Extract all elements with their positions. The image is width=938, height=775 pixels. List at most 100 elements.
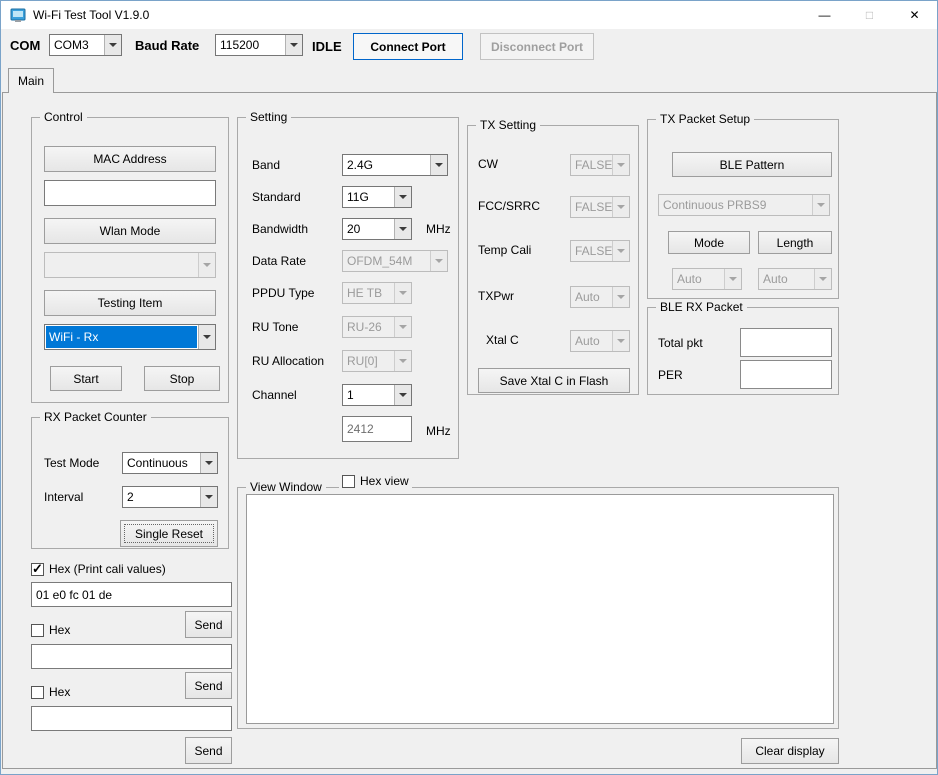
checkbox-checked-icon [31, 563, 44, 576]
hex-checkbox-3-label: Hex [49, 685, 70, 699]
band-select[interactable]: 2.4G [342, 154, 448, 176]
total-pkt-label: Total pkt [658, 336, 703, 350]
com-label: COM [10, 38, 40, 53]
checkbox-unchecked-icon [31, 686, 44, 699]
length-select: Auto [758, 268, 832, 290]
save-xtal-button[interactable]: Save Xtal C in Flash [478, 368, 630, 393]
dropdown-arrow-icon [198, 253, 215, 277]
length-value: Auto [759, 269, 814, 289]
view-window-content[interactable] [246, 494, 834, 724]
dropdown-arrow-icon [612, 287, 629, 307]
ru-allocation-select: RU[0] [342, 350, 412, 372]
titlebar: Wi-Fi Test Tool V1.9.0 — □ ✕ [1, 1, 937, 29]
fcc-srrc-value: FALSE [571, 197, 612, 217]
hex-view-checkbox-label: Hex view [360, 474, 409, 488]
send-button-3[interactable]: Send [185, 737, 232, 764]
band-value: 2.4G [343, 155, 430, 175]
hex-view-checkbox[interactable]: Hex view [339, 474, 412, 488]
com-port-select[interactable]: COM3 [49, 34, 122, 56]
channel-label: Channel [252, 388, 297, 402]
ble-rx-packet-group: BLE RX Packet Total pkt PER [647, 307, 839, 395]
hex-checkbox-2[interactable]: Hex [31, 623, 70, 637]
send-button-2[interactable]: Send [185, 672, 232, 699]
connect-port-button[interactable]: Connect Port [353, 33, 463, 60]
hex-input-2[interactable] [31, 644, 232, 669]
standard-select[interactable]: 11G [342, 186, 412, 208]
band-label: Band [252, 158, 280, 172]
dropdown-arrow-icon [430, 251, 447, 271]
maximize-icon[interactable]: □ [847, 1, 892, 29]
test-mode-label: Test Mode [44, 456, 99, 470]
ppdu-type-select: HE TB [342, 282, 412, 304]
dropdown-arrow-icon [430, 155, 447, 175]
ru-tone-select: RU-26 [342, 316, 412, 338]
mode-button[interactable]: Mode [668, 231, 750, 254]
test-mode-select[interactable]: Continuous [122, 452, 218, 474]
start-button[interactable]: Start [50, 366, 122, 391]
wlan-mode-button[interactable]: Wlan Mode [44, 218, 216, 244]
txpwr-label: TXPwr [478, 289, 514, 303]
hex-input-3[interactable] [31, 706, 232, 731]
channel-value: 1 [343, 385, 394, 405]
single-reset-button[interactable]: Single Reset [120, 520, 218, 547]
tx-packet-setup-title: TX Packet Setup [656, 112, 754, 126]
rx-packet-counter-group: RX Packet Counter Test Mode Continuous I… [31, 417, 229, 549]
dropdown-arrow-icon [198, 325, 215, 349]
tx-packet-setup-group: TX Packet Setup BLE Pattern Continuous P… [647, 119, 839, 299]
cw-select: FALSE [570, 154, 630, 176]
baud-rate-value: 115200 [216, 35, 285, 55]
hex-cali-checkbox[interactable]: Hex (Print cali values) [31, 562, 166, 576]
setting-group: Setting Band 2.4G Standard 11G Bandwidth… [237, 117, 459, 459]
total-pkt-field [740, 328, 832, 357]
control-group-title: Control [40, 110, 87, 124]
bandwidth-value: 20 [343, 219, 394, 239]
temp-cali-value: FALSE [571, 241, 612, 261]
length-button[interactable]: Length [758, 231, 832, 254]
interval-select[interactable]: 2 [122, 486, 218, 508]
dropdown-arrow-icon [612, 241, 629, 261]
window-controls: — □ ✕ [802, 1, 937, 29]
frequency-input[interactable] [342, 416, 412, 442]
status-text: IDLE [312, 39, 342, 54]
baud-rate-select[interactable]: 115200 [215, 34, 303, 56]
interval-value: 2 [123, 487, 200, 507]
dropdown-arrow-icon [394, 187, 411, 207]
tab-main[interactable]: Main [8, 68, 54, 93]
clear-display-button[interactable]: Clear display [741, 738, 839, 764]
frequency-unit-label: MHz [426, 424, 451, 438]
ble-rx-packet-title: BLE RX Packet [656, 300, 747, 314]
stop-button[interactable]: Stop [144, 366, 220, 391]
close-icon[interactable]: ✕ [892, 1, 937, 29]
bandwidth-select[interactable]: 20 [342, 218, 412, 240]
app-window: Wi-Fi Test Tool V1.9.0 — □ ✕ COM COM3 Ba… [0, 0, 938, 775]
bandwidth-label: Bandwidth [252, 222, 308, 236]
temp-cali-select: FALSE [570, 240, 630, 262]
xtal-c-label: Xtal C [486, 333, 519, 347]
mac-address-button[interactable]: MAC Address [44, 146, 216, 172]
control-group: Control MAC Address Wlan Mode Testing It… [31, 117, 229, 403]
hex-checkbox-3[interactable]: Hex [31, 685, 70, 699]
testing-item-select[interactable]: WiFi - Rx [44, 324, 216, 350]
fcc-srrc-select: FALSE [570, 196, 630, 218]
ble-pattern-select: Continuous PRBS9 [658, 194, 830, 216]
mac-address-input[interactable] [44, 180, 216, 206]
wlan-mode-value [45, 253, 198, 277]
data-rate-value: OFDM_54M [343, 251, 430, 271]
per-label: PER [658, 368, 683, 382]
minimize-icon[interactable]: — [802, 1, 847, 29]
testing-item-button[interactable]: Testing Item [44, 290, 216, 316]
hex-cali-input[interactable] [31, 582, 232, 607]
ru-tone-value: RU-26 [343, 317, 394, 337]
wlan-mode-select [44, 252, 216, 278]
send-button-1[interactable]: Send [185, 611, 232, 638]
rx-packet-counter-title: RX Packet Counter [40, 410, 151, 424]
ppdu-type-value: HE TB [343, 283, 394, 303]
channel-select[interactable]: 1 [342, 384, 412, 406]
dropdown-arrow-icon [814, 269, 831, 289]
ble-pattern-button[interactable]: BLE Pattern [672, 152, 832, 177]
hex-checkbox-2-label: Hex [49, 623, 70, 637]
dropdown-arrow-icon [200, 487, 217, 507]
bandwidth-unit-label: MHz [426, 222, 451, 236]
temp-cali-label: Temp Cali [478, 243, 531, 257]
dropdown-arrow-icon [394, 351, 411, 371]
